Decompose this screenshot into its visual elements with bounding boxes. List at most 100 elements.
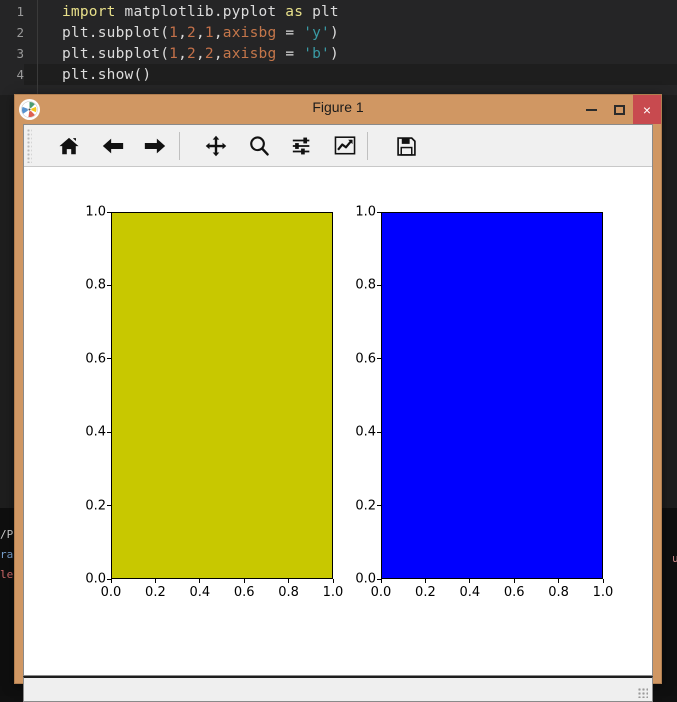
edit-curve-icon: [334, 136, 356, 155]
y-tick-label: 0.4: [85, 424, 106, 440]
minimize-button[interactable]: [577, 95, 605, 124]
x-tick-label: 0.8: [278, 585, 299, 600]
y-tick-label: 0.2: [85, 498, 106, 514]
code-line[interactable]: import matplotlib.pyplot as plt: [62, 4, 339, 20]
code-token: ,: [213, 25, 223, 41]
home-icon: [59, 137, 79, 155]
code-token: =: [276, 25, 304, 41]
y-tick-label: 0.6: [85, 351, 106, 367]
line-number: 2: [16, 25, 24, 40]
y-tick-mark: [377, 431, 381, 433]
x-tick-mark: [154, 579, 156, 583]
line-number: 4: [16, 67, 24, 82]
code-token: ,: [178, 46, 188, 62]
y-tick-mark: [377, 284, 381, 286]
x-tick-mark: [558, 579, 560, 583]
pan-button[interactable]: [199, 129, 233, 163]
toolbar-separator: [367, 132, 368, 160]
toolbar-drag-grip[interactable]: [27, 129, 32, 163]
back-arrow-icon: [102, 138, 124, 154]
console-line: u: [672, 552, 677, 565]
x-tick-label: 1.0: [592, 585, 614, 600]
code-token: 1: [169, 25, 179, 41]
code-token: 1: [169, 46, 179, 62]
code-token: ,: [213, 46, 223, 62]
y-tick-label: 0.4: [355, 424, 376, 440]
y-tick-label: 0.8: [355, 277, 376, 293]
console-line: /P: [0, 528, 14, 541]
code-token: ,: [195, 25, 205, 41]
code-token: =: [276, 46, 304, 62]
code-token: 2: [204, 46, 214, 62]
code-token: plt: [303, 4, 339, 20]
y-tick-mark: [107, 358, 111, 360]
x-tick-mark: [602, 579, 604, 583]
code-token: 'b': [303, 46, 330, 62]
code-token: plt.show(): [62, 67, 152, 83]
x-tick-mark: [110, 579, 112, 583]
zoom-magnifier-icon: [250, 136, 269, 156]
x-tick-label: 1.0: [322, 585, 344, 600]
subplot-1[interactable]: 0.0 0.2 0.4 0.6 0.8 1.0 0.0 0.2 0.4 0.6 0.8 1.0: [85, 205, 343, 601]
code-token: 1: [204, 25, 214, 41]
forward-arrow-icon: [144, 138, 166, 154]
y-tick-mark: [377, 358, 381, 360]
y-tick-mark: [377, 505, 381, 507]
subplot-config-button[interactable]: [285, 129, 319, 163]
code-token: ,: [195, 46, 205, 62]
window-titlebar[interactable]: Figure 1 ×: [15, 95, 661, 124]
x-tick-label: 0.6: [503, 585, 525, 600]
x-tick-label: 0.2: [145, 585, 166, 600]
y-tick-mark: [107, 505, 111, 507]
y-tick-label: 0.2: [355, 498, 376, 514]
code-token: matplotlib.pyplot: [115, 4, 286, 20]
x-tick-label: 0.8: [548, 585, 569, 600]
subplot-1-background: [111, 212, 333, 579]
edit-curve-button[interactable]: [328, 129, 362, 163]
x-tick-mark: [513, 579, 515, 583]
window-body: 0.0 0.2 0.4 0.6 0.8 1.0 0.0 0.2 0.4 0.6 0.8 1.0 0.0…: [23, 124, 653, 676]
forward-button[interactable]: [138, 129, 172, 163]
subplot-config-icon: [292, 137, 310, 155]
save-button[interactable]: [389, 129, 423, 163]
x-tick-mark: [332, 579, 334, 583]
figure-window[interactable]: Figure 1 × 0.0 0.2 0.4 0.6 0.8 1.0 0.0 0…: [14, 94, 662, 702]
save-floppy-icon: [396, 136, 416, 156]
code-token: 'y': [303, 25, 330, 41]
code-token: import: [62, 4, 116, 20]
x-tick-label: 0.2: [415, 585, 436, 600]
x-tick-mark: [288, 579, 290, 583]
code-line[interactable]: plt.show(): [62, 67, 151, 83]
figure-toolbar[interactable]: [24, 125, 652, 167]
toolbar-separator: [179, 132, 180, 160]
y-tick-mark: [377, 211, 381, 213]
y-tick-label: 1.0: [355, 204, 376, 220]
line-number: 3: [16, 46, 24, 61]
close-button[interactable]: ×: [633, 95, 661, 124]
minimize-icon: [585, 108, 597, 111]
line-number: 1: [16, 4, 24, 19]
back-button[interactable]: [96, 129, 130, 163]
window-title: Figure 1: [312, 99, 364, 115]
y-tick-label: 0.8: [85, 277, 106, 293]
resize-grip[interactable]: [638, 688, 648, 698]
code-token: 2: [187, 46, 196, 62]
maximize-button[interactable]: [605, 95, 633, 124]
code-token: 2: [187, 25, 196, 41]
code-token: plt.subplot(: [62, 25, 170, 41]
code-line[interactable]: plt.subplot(1,2,2,axisbg = 'b'): [62, 46, 339, 62]
home-button[interactable]: [52, 129, 86, 163]
code-token: as: [285, 4, 304, 20]
x-tick-label: 0.4: [459, 585, 481, 600]
zoom-button[interactable]: [242, 129, 276, 163]
pan-icon: [205, 135, 227, 157]
code-token: ): [329, 25, 339, 41]
subplot-2[interactable]: 0.0 0.2 0.4 0.6 0.8 1.0 0.0 0.2 0.4 0.6 0.8 1.0: [355, 205, 613, 601]
editor-code-area[interactable]: 1234 import matplotlib.pyplot as plt plt.…: [0, 0, 677, 95]
code-line[interactable]: plt.subplot(1,2,1,axisbg = 'y'): [62, 25, 339, 41]
code-token: axisbg: [222, 46, 277, 62]
x-tick-mark: [469, 579, 471, 583]
figure-canvas[interactable]: 0.0 0.2 0.4 0.6 0.8 1.0 0.0 0.2 0.4 0.6 0.8 1.0 0.0…: [24, 167, 652, 654]
console-line: le: [0, 568, 14, 581]
x-tick-label: 0.0: [100, 585, 122, 600]
